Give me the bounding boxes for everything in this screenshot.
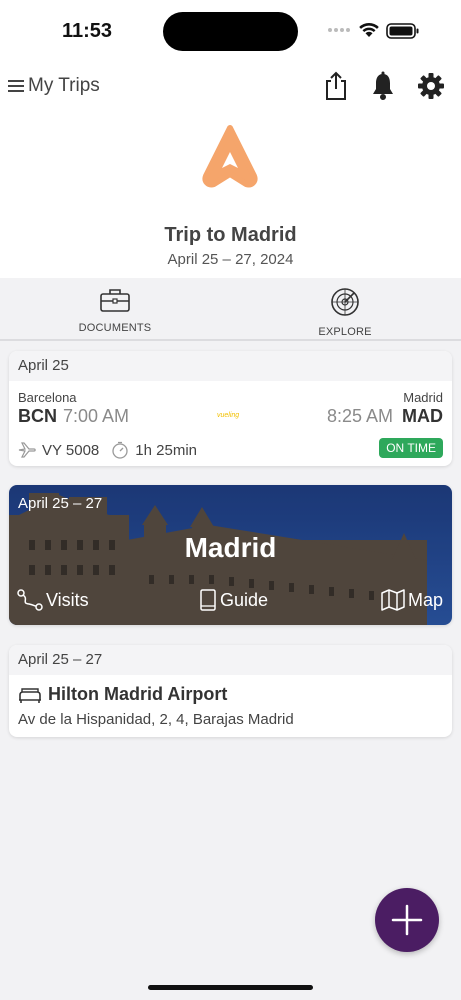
visits-button[interactable]: Visits xyxy=(17,589,89,611)
trip-title: Trip to Madrid xyxy=(164,224,297,246)
header-title: My Trips xyxy=(28,75,100,96)
plus-icon xyxy=(391,904,423,936)
arrival-time: 8:25 AM xyxy=(326,406,393,426)
flight-card[interactable]: April 25 Barcelona Madrid BCN 7:00 AM vu… xyxy=(9,351,452,466)
status-bar: 11:53 xyxy=(0,0,461,62)
airline-logo: vueling xyxy=(217,412,239,419)
hotel-address: Av de la Hispanidad, 2, 4, Barajas Madri… xyxy=(18,711,294,728)
flight-date: April 25 xyxy=(9,351,452,381)
map-icon xyxy=(381,589,405,611)
dynamic-island xyxy=(163,12,298,51)
timer-icon xyxy=(112,441,128,459)
gear-icon xyxy=(418,73,444,99)
status-badge: ON TIME xyxy=(379,438,443,458)
departure-city: Barcelona xyxy=(18,390,77,405)
route-icon xyxy=(17,589,43,611)
guide-button[interactable]: Guide xyxy=(199,589,268,611)
trip-dates: April 25 – 27, 2024 xyxy=(167,251,294,268)
battery-icon xyxy=(386,23,419,39)
status-time: 11:53 xyxy=(62,20,113,42)
hotel-dates: April 25 – 27 xyxy=(9,645,452,675)
visits-label: Visits xyxy=(46,589,89,610)
flight-number: VY 5008 xyxy=(42,441,100,459)
map-label: Map xyxy=(407,589,443,610)
departure-code: BCN xyxy=(18,406,57,426)
book-icon xyxy=(200,589,216,611)
airline-name: vueling xyxy=(217,412,240,419)
settings-button[interactable] xyxy=(416,70,446,107)
flight-meta: VY 5008 1h 25min xyxy=(18,441,197,459)
tab-explore[interactable]: EXPLORE xyxy=(275,287,415,338)
tab-explore-label: EXPLORE xyxy=(318,326,372,338)
departure-time: 7:00 AM xyxy=(63,406,130,426)
destination-card[interactable]: April 25 – 27 Madrid Visits Guide Map xyxy=(9,485,452,625)
plane-icon xyxy=(18,442,36,458)
tab-documents-label: DOCUMENTS xyxy=(78,322,152,334)
flight-duration: 1h 25min xyxy=(135,441,197,459)
arrival-city: Madrid xyxy=(403,390,443,405)
destination-city: Madrid xyxy=(184,532,277,563)
share-button[interactable] xyxy=(322,70,350,107)
app-header: My Trips xyxy=(0,66,461,106)
tab-documents[interactable]: DOCUMENTS xyxy=(45,287,185,334)
arrival-code: MAD xyxy=(402,406,443,426)
trip-tabs: DOCUMENTS EXPLORE xyxy=(0,279,461,341)
destination-dates: April 25 – 27 xyxy=(18,495,103,512)
hotel-card[interactable]: April 25 – 27 Hilton Madrid Airport Av d… xyxy=(9,645,452,737)
briefcase-icon xyxy=(100,289,130,312)
bell-icon xyxy=(373,71,393,100)
app-logo xyxy=(202,125,258,188)
wifi-icon xyxy=(359,22,379,37)
hamburger-icon xyxy=(8,80,24,92)
signal-icon xyxy=(328,28,350,32)
guide-label: Guide xyxy=(220,589,269,610)
bed-icon xyxy=(19,688,41,703)
notifications-button[interactable] xyxy=(369,70,397,107)
home-indicator[interactable] xyxy=(148,985,313,990)
share-icon xyxy=(326,71,346,100)
radar-icon xyxy=(331,288,359,316)
menu-button[interactable]: My Trips xyxy=(8,72,100,100)
map-button[interactable]: Map xyxy=(381,589,443,611)
add-item-button[interactable] xyxy=(375,888,439,952)
hotel-name: Hilton Madrid Airport xyxy=(48,684,228,704)
